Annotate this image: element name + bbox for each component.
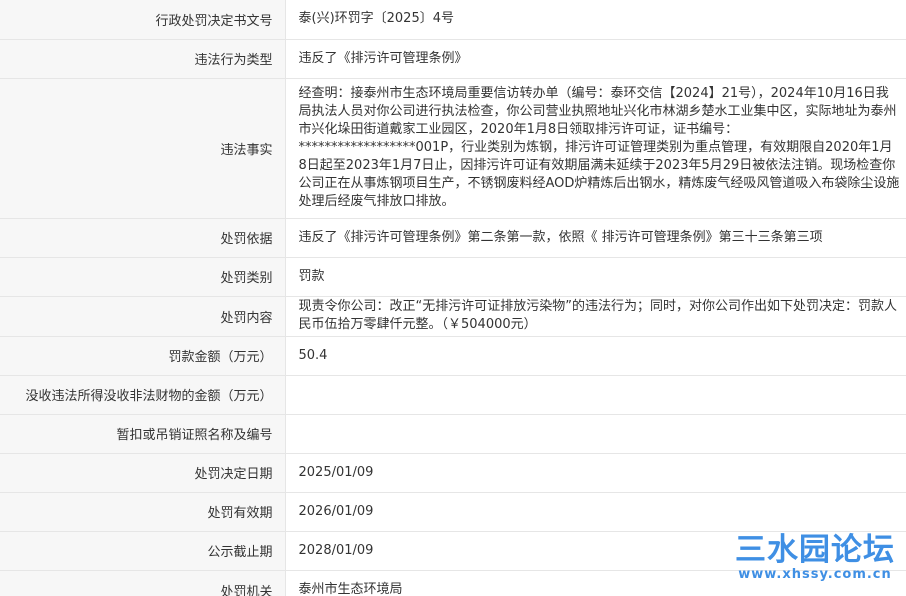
label-penalty-basis: 处罚依据 [0, 218, 286, 258]
value-confiscation-amount [285, 375, 906, 415]
value-decision-date: 2025/01/09 [285, 453, 906, 493]
value-penalty-content: 现责令你公司：改正“无排污许可证排放污染物”的违法行为；同时，对你公司作出如下处… [285, 296, 906, 337]
value-license-suspension [285, 414, 906, 454]
row-violation-type: 违法行为类型 违反了《排污许可管理条例》 [0, 39, 906, 79]
row-publicity-deadline: 公示截止期 2028/01/09 [0, 531, 906, 571]
value-penalty-authority: 泰州市生态环境局 [285, 570, 906, 596]
label-fine-amount: 罚款金额（万元） [0, 336, 286, 376]
row-penalty-basis: 处罚依据 违反了《排污许可管理条例》第二条第一款，依照《 排污许可管理条例》第三… [0, 218, 906, 258]
value-penalty-category: 罚款 [285, 257, 906, 297]
label-license-suspension: 暂扣或吊销证照名称及编号 [0, 414, 286, 454]
row-confiscation-amount: 没收违法所得没收非法财物的金额（万元） [0, 375, 906, 415]
label-decision-date: 处罚决定日期 [0, 453, 286, 493]
row-violation-facts: 违法事实 经查明：接泰州市生态环境局重要信访转办单（编号：泰环交信【2024】2… [0, 78, 906, 219]
label-decision-number: 行政处罚决定书文号 [0, 0, 286, 40]
label-violation-facts: 违法事实 [0, 78, 286, 219]
row-penalty-category: 处罚类别 罚款 [0, 257, 906, 297]
value-penalty-basis: 违反了《排污许可管理条例》第二条第一款，依照《 排污许可管理条例》第三十三条第三… [285, 218, 906, 258]
label-confiscation-amount: 没收违法所得没收非法财物的金额（万元） [0, 375, 286, 415]
value-violation-type: 违反了《排污许可管理条例》 [285, 39, 906, 79]
row-penalty-content: 处罚内容 现责令你公司：改正“无排污许可证排放污染物”的违法行为；同时，对你公司… [0, 296, 906, 337]
row-decision-date: 处罚决定日期 2025/01/09 [0, 453, 906, 493]
row-license-suspension: 暂扣或吊销证照名称及编号 [0, 414, 906, 454]
row-decision-number: 行政处罚决定书文号 泰(兴)环罚字〔2025〕4号 [0, 0, 906, 40]
label-validity-date: 处罚有效期 [0, 492, 286, 532]
label-publicity-deadline: 公示截止期 [0, 531, 286, 571]
value-decision-number: 泰(兴)环罚字〔2025〕4号 [285, 0, 906, 40]
penalty-info-table: 行政处罚决定书文号 泰(兴)环罚字〔2025〕4号 违法行为类型 违反了《排污许… [0, 0, 906, 596]
label-penalty-content: 处罚内容 [0, 296, 286, 337]
row-penalty-authority: 处罚机关 泰州市生态环境局 [0, 570, 906, 596]
value-violation-facts: 经查明：接泰州市生态环境局重要信访转办单（编号：泰环交信【2024】21号），2… [285, 78, 906, 219]
label-violation-type: 违法行为类型 [0, 39, 286, 79]
label-penalty-category: 处罚类别 [0, 257, 286, 297]
row-fine-amount: 罚款金额（万元） 50.4 [0, 336, 906, 376]
label-penalty-authority: 处罚机关 [0, 570, 286, 596]
value-publicity-deadline: 2028/01/09 [285, 531, 906, 571]
value-validity-date: 2026/01/09 [285, 492, 906, 532]
row-validity-date: 处罚有效期 2026/01/09 [0, 492, 906, 532]
value-fine-amount: 50.4 [285, 336, 906, 376]
